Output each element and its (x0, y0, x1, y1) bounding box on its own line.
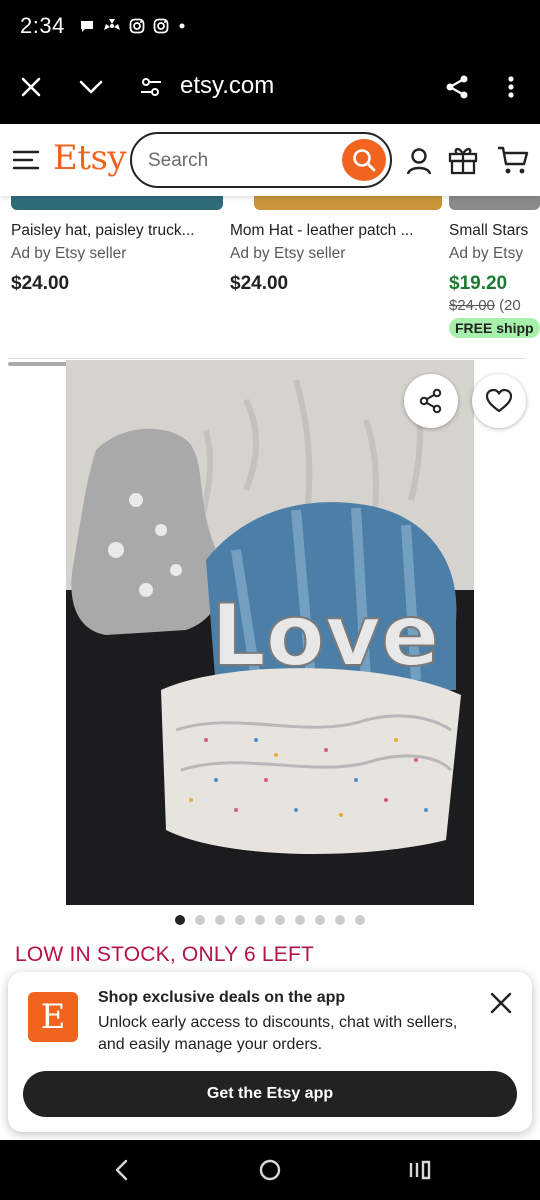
fan-icon (103, 19, 120, 30)
product-thumbnail[interactable] (254, 196, 442, 210)
close-icon (490, 992, 512, 1014)
product-title[interactable]: Mom Hat - leather patch ... (230, 222, 442, 240)
close-icon (21, 77, 41, 97)
recent-apps-icon (409, 1160, 431, 1180)
stock-status: LOW IN STOCK, ONLY 6 LEFT (15, 943, 315, 966)
close-banner-button[interactable] (486, 988, 516, 1018)
chevron-down-icon (79, 80, 103, 94)
product-price: $24.00 (230, 273, 289, 294)
share-icon (446, 75, 468, 99)
hamburger-icon (12, 150, 40, 170)
recent-apps-button[interactable] (406, 1156, 434, 1184)
status-bar: 2:34 (0, 0, 540, 52)
back-icon (115, 1159, 128, 1181)
site-settings-button[interactable] (134, 70, 168, 104)
sale-price: $19.20 (449, 273, 508, 294)
search-icon (353, 149, 376, 172)
heart-icon (485, 388, 513, 413)
user-icon (406, 148, 432, 175)
related-products-row: Paisley hat, paisley truck... Ad by Etsy… (0, 196, 540, 356)
product-thumbnail[interactable] (449, 196, 540, 210)
etsy-logo[interactable]: Etsy (53, 138, 127, 178)
close-tab-button[interactable] (14, 70, 48, 104)
cart-button[interactable] (496, 144, 530, 176)
browser-toolbar: etsy.com (0, 52, 540, 124)
product-card[interactable]: Small Stars Ad by Etsy $19.20 $24.00 (20… (449, 196, 540, 338)
etsy-app-logo: E (28, 992, 78, 1042)
product-price: $24.00 (11, 273, 70, 294)
product-title[interactable]: Small Stars (449, 222, 540, 240)
original-price-value: $24.00 (449, 297, 495, 314)
pagination-dot[interactable] (355, 915, 365, 925)
app-promo-banner: E Shop exclusive deals on the app Unlock… (8, 972, 532, 1132)
search-box (130, 132, 392, 188)
status-time: 2:34 (20, 13, 65, 38)
etsy-header: Etsy (0, 124, 540, 196)
banner-title: Shop exclusive deals on the app (98, 989, 346, 1006)
pagination-dot[interactable] (295, 915, 305, 925)
account-button[interactable] (404, 146, 434, 176)
pagination-dot[interactable] (235, 915, 245, 925)
pagination-dot[interactable] (275, 915, 285, 925)
get-app-button[interactable]: Get the Etsy app (23, 1071, 517, 1117)
cart-icon (498, 146, 529, 174)
search-button[interactable] (342, 139, 386, 181)
product-card[interactable]: Mom Hat - leather patch ... Ad by Etsy s… (230, 196, 442, 295)
share-icon (419, 388, 442, 414)
product-title[interactable]: Paisley hat, paisley truck... (11, 222, 223, 240)
ad-label: Ad by Etsy seller (11, 245, 127, 262)
home-button[interactable] (256, 1156, 284, 1184)
image-pagination-dots (175, 915, 365, 925)
pagination-dot[interactable] (335, 915, 345, 925)
system-nav-bar (0, 1140, 540, 1200)
pagination-dot[interactable] (255, 915, 265, 925)
back-button[interactable] (108, 1156, 136, 1184)
menu-button[interactable] (12, 148, 40, 172)
instagram-icon (153, 18, 169, 34)
notification-icons (79, 18, 187, 34)
browser-more-button[interactable] (496, 70, 526, 104)
more-notifications-dot-icon (179, 23, 185, 29)
free-shipping-badge: FREE shipp (449, 318, 540, 338)
original-price: $24.00 (20 (449, 297, 540, 314)
home-circle-icon (259, 1159, 281, 1181)
pagination-dot[interactable] (315, 915, 325, 925)
ad-label: Ad by Etsy (449, 245, 524, 262)
product-card[interactable]: Paisley hat, paisley truck... Ad by Etsy… (11, 196, 223, 295)
product-thumbnail[interactable] (11, 196, 223, 210)
tune-icon (141, 78, 161, 96)
chat-bubble-icon (80, 21, 93, 32)
search-input[interactable] (148, 148, 338, 174)
banner-description: Unlock early access to discounts, chat w… (98, 1014, 458, 1053)
gift-button[interactable] (447, 144, 479, 176)
divider (8, 358, 525, 359)
product-photo-illustration: Love (66, 360, 474, 905)
pagination-dot[interactable] (215, 915, 225, 925)
minimize-button[interactable] (74, 70, 108, 104)
browser-share-button[interactable] (440, 70, 474, 104)
pagination-dot[interactable] (175, 915, 185, 925)
product-image[interactable]: Love (66, 360, 474, 905)
favorite-button[interactable] (472, 374, 526, 428)
share-button[interactable] (404, 374, 458, 428)
url-text[interactable]: etsy.com (180, 72, 274, 100)
instagram-icon (129, 18, 145, 34)
ad-label: Ad by Etsy seller (230, 245, 346, 262)
pagination-dot[interactable] (195, 915, 205, 925)
gift-icon (448, 147, 478, 175)
more-vertical-icon (508, 76, 514, 98)
discount-percent: (20 (499, 297, 521, 314)
